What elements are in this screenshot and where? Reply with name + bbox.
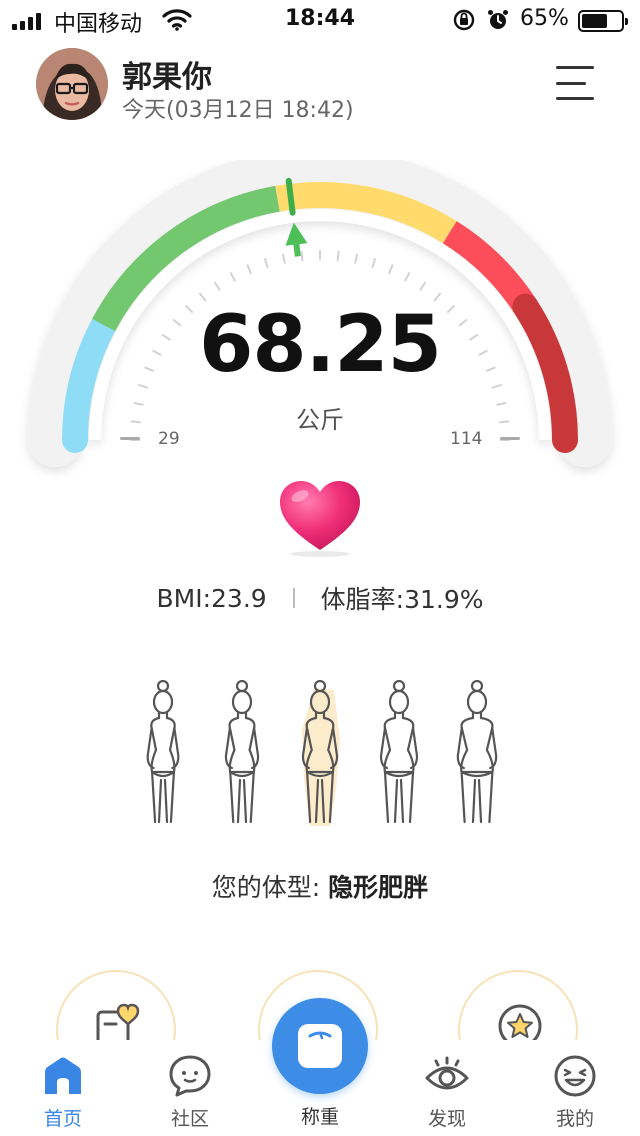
body-type-figure — [207, 679, 277, 830]
tab-community[interactable]: 社区 — [140, 1040, 240, 1136]
body-type-figure — [364, 679, 434, 830]
gauge-tick — [281, 253, 286, 264]
gauge-value-marker — [285, 177, 296, 216]
battery-percent: 65% — [520, 6, 569, 31]
body-type-label: 您的体型: 隐形肥胖 — [0, 868, 640, 904]
gauge-tick — [263, 257, 269, 269]
weight-unit: 公斤 — [296, 406, 344, 434]
tab-profile[interactable]: 我的 — [525, 1040, 625, 1136]
discover-eye-icon — [425, 1054, 469, 1098]
body-type-prefix: 您的体型: — [211, 873, 329, 902]
gauge-tick — [354, 253, 359, 264]
body-metrics: BMI:23.9 体脂率:31.9% — [0, 580, 640, 616]
body-fat-value: 体脂率:31.9% — [320, 585, 484, 614]
scale-max-label: 114 — [450, 429, 483, 449]
gauge-tick — [213, 281, 221, 291]
gauge-tick — [336, 250, 340, 261]
tab-home[interactable]: 首页 — [13, 1040, 113, 1136]
battery-icon — [578, 10, 628, 32]
metrics-divider — [292, 588, 295, 608]
hamburger-menu-icon[interactable] — [556, 66, 594, 100]
gauge-tick — [404, 271, 411, 282]
gauge-tick — [419, 281, 427, 291]
scale-max-dash — [500, 437, 520, 440]
scale-min-dash — [120, 437, 140, 440]
gauge-pointer-arrow — [285, 222, 308, 257]
gauge-tick — [387, 264, 394, 275]
tab-profile-label: 我的 — [555, 1108, 594, 1130]
tab-community-label: 社区 — [170, 1108, 209, 1130]
status-bar: 中国移动 18:44 65% — [0, 0, 640, 40]
profile-smile-icon — [553, 1054, 597, 1098]
body-type-figures — [128, 679, 512, 830]
bmi-value: BMI:23.9 — [156, 583, 267, 613]
scale-min-label: 29 — [158, 429, 180, 449]
body-type-value: 隐形肥胖 — [328, 873, 429, 902]
tab-weigh-label: 称重 — [300, 1106, 339, 1128]
rotation-lock-icon — [452, 8, 476, 38]
tab-discover-label: 发现 — [427, 1108, 466, 1130]
heart-icon[interactable] — [276, 478, 364, 558]
body-type-figure — [285, 679, 355, 830]
user-name: 郭果你 — [122, 60, 212, 95]
body-type-figure — [442, 679, 512, 830]
weigh-button[interactable] — [272, 998, 368, 1094]
gauge-tick — [371, 257, 377, 269]
weight-value: 68.25 — [199, 300, 442, 390]
home-icon — [41, 1054, 85, 1098]
scale-icon — [298, 1024, 342, 1068]
tab-home-label: 首页 — [43, 1108, 82, 1130]
gauge-tick — [300, 250, 304, 261]
body-type-figure — [128, 679, 198, 830]
record-date: 今天(03月12日 18:42) — [122, 98, 354, 123]
community-icon — [168, 1054, 212, 1098]
gauge-tick — [229, 271, 236, 282]
gauge-tick — [246, 264, 253, 275]
avatar[interactable] — [36, 48, 108, 120]
alarm-icon — [486, 8, 510, 38]
tab-discover[interactable]: 发现 — [397, 1040, 497, 1136]
